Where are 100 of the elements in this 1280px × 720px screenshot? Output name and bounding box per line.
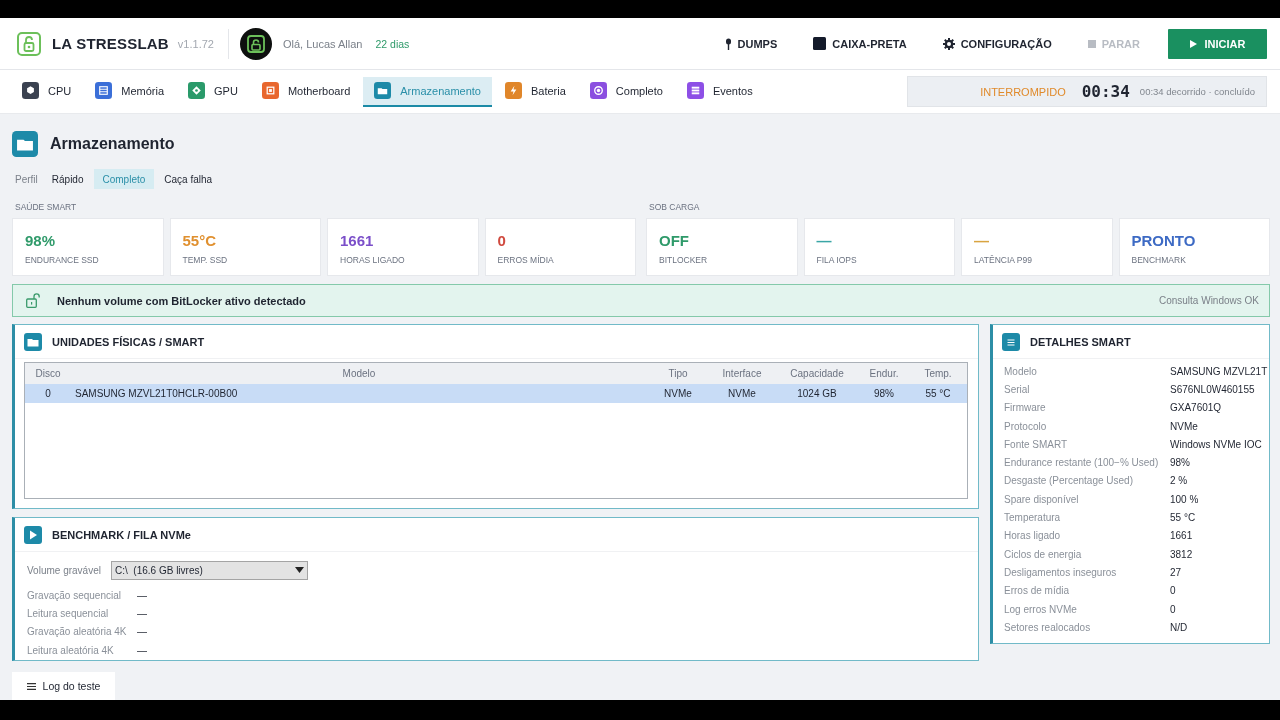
nav-tab[interactable]: Bateria — [493, 76, 577, 107]
header-action-button[interactable]: CAIXA-PRETA — [813, 37, 907, 50]
nav-tab[interactable]: Eventos — [675, 76, 764, 107]
detail-value: 3812 — [1170, 548, 1193, 560]
table-cell-text: SAMSUNG MZVL21T0HCLR-00B00 — [74, 388, 238, 399]
volume-dropdown[interactable]: C:\ (16.6 GB livres) — [111, 560, 308, 580]
metric-label: HORAS LIGADO — [340, 255, 405, 265]
detail-label: Temperatura — [1004, 512, 1062, 523]
panel-title: UNIDADES FÍSICAS / SMART — [52, 335, 205, 348]
list-tile-icon — [1002, 332, 1020, 351]
column-header: Endur. — [869, 368, 899, 379]
detail-label: Log erros NVMe — [1004, 603, 1078, 615]
folder-tile-icon — [24, 332, 42, 351]
profile-option[interactable]: Rápido — [42, 169, 93, 189]
nav-tab[interactable]: Memória — [84, 76, 176, 107]
metric-value: — — [974, 231, 989, 250]
padlock-icon — [26, 293, 40, 308]
metric-value: 98% — [25, 231, 56, 250]
metric-label: BENCHMARK — [1131, 255, 1186, 265]
section-label: SOB CARGA — [649, 202, 701, 213]
result-label: Gravação sequencial — [27, 589, 122, 601]
column-header: Disco — [35, 368, 61, 379]
nav-tab[interactable]: Completo — [578, 76, 674, 107]
metric-value: PRONTO — [1131, 231, 1196, 250]
detail-value: S676NL0W460155 — [1170, 383, 1255, 395]
detail-label: Fonte SMART — [1004, 438, 1069, 450]
detail-label: Ciclos de energia — [1004, 548, 1083, 560]
caret-icon — [295, 567, 304, 573]
header-action-button[interactable]: DUMPS — [724, 37, 778, 50]
detail-value: 2 % — [1170, 475, 1188, 487]
detail-label: Serial — [1004, 383, 1031, 395]
menu-icon — [26, 682, 36, 690]
user-greeting: Olá, Lucas Allan — [282, 37, 363, 50]
column-header: Temp. — [924, 368, 952, 379]
metric-label: ERROS MÍDIA — [497, 255, 554, 265]
gear-icon — [942, 37, 955, 50]
app-name: LA STRESSLAB — [52, 35, 169, 52]
detail-value: 1661 — [1170, 530, 1193, 542]
panel-title: BENCHMARK / FILA NVMe — [52, 528, 191, 541]
detail-value: GXA7601Q — [1170, 402, 1222, 414]
run-detail: 00:34 decorrido · concluído — [1139, 86, 1255, 97]
table-cell: 0 — [45, 388, 51, 399]
table-cell: 98% — [874, 388, 894, 399]
result-label: Leitura aleatória 4K — [27, 644, 115, 656]
panel-title: DETALHES SMART — [1030, 335, 1131, 348]
detail-value: Windows NVMe IOC — [1170, 438, 1262, 450]
header-action-button[interactable]: CONFIGURAÇÃO — [942, 37, 1052, 50]
profile-option[interactable]: Caça falha — [155, 169, 222, 189]
detail-value: 100 % — [1170, 493, 1199, 505]
banner-message: Nenhum volume com BitLocker ativo detectado — [57, 294, 306, 307]
timer: 00:34 — [1081, 82, 1130, 101]
log-button[interactable]: Log do teste — [12, 672, 115, 700]
result-value: — — [137, 626, 147, 638]
result-label: Leitura sequencial — [27, 608, 110, 620]
detail-value: N/D — [1170, 621, 1188, 633]
detail-value: 0 — [1170, 603, 1176, 615]
nav-tab[interactable]: CPU — [11, 76, 83, 107]
result-label: Gravação aleatória 4K — [27, 626, 128, 638]
metric-label: LATÊNCIA P99 — [974, 255, 1032, 265]
table-cell: 55 °C — [925, 388, 951, 399]
detail-value: 27 — [1170, 566, 1182, 578]
column-header: Interface — [722, 368, 762, 379]
detail-value: 55 °C — [1170, 512, 1196, 523]
stop-icon — [1087, 39, 1096, 48]
play-tile-icon — [24, 525, 42, 544]
metric-label: FILA IOPS — [816, 255, 857, 265]
metric-value: — — [816, 231, 832, 250]
table-cell: 1024 GB — [797, 388, 837, 399]
table-cell: NVMe — [664, 388, 692, 399]
nav-tab[interactable]: Motherboard — [250, 76, 362, 107]
pin-icon — [724, 37, 732, 50]
metric-label: TEMP. SSD — [182, 255, 228, 265]
detail-label: Setores realocados — [1004, 621, 1092, 633]
profile-label: Perfil — [15, 173, 38, 185]
volume-label: Volume gravável — [27, 564, 102, 576]
metric-value: 0 — [497, 231, 506, 250]
version-label: v1.1.72 — [177, 37, 214, 50]
run-state: INTERROMPIDO — [980, 85, 1066, 98]
start-button[interactable]: INICIAR — [1168, 28, 1267, 59]
detail-label: Horas ligado — [1004, 530, 1062, 542]
column-header: Modelo — [342, 368, 376, 379]
result-value: — — [137, 644, 147, 656]
metric-label: BITLOCKER — [659, 255, 708, 265]
banner-status: Consulta Windows OK — [1158, 295, 1259, 306]
folder-tile-icon — [12, 131, 38, 157]
detail-value: SAMSUNG MZVL21T — [1170, 365, 1268, 377]
page-title: Armazenamento — [50, 135, 175, 153]
table-row[interactable]: 0 SAMSUNG MZVL21T0HCLR-00B00 NVMe NVMe 1024 GB 98% 55 °C — [25, 384, 967, 403]
detail-label: Modelo — [1004, 365, 1038, 377]
detail-label: Erros de mídia — [1004, 585, 1071, 597]
detail-label: Protocolo — [1004, 420, 1048, 432]
detail-value: NVMe — [1170, 420, 1198, 432]
detail-value: 98% — [1170, 457, 1190, 469]
nav-tab[interactable]: GPU — [177, 76, 249, 107]
metric-value: OFF — [659, 231, 689, 250]
result-value: — — [137, 589, 147, 601]
detail-value: 0 — [1170, 585, 1176, 597]
metric-label: ENDURANCE SSD — [25, 255, 99, 265]
detail-label: Spare disponível — [1004, 493, 1080, 505]
detail-label: Desgaste (Percentage Used) — [1004, 475, 1134, 487]
